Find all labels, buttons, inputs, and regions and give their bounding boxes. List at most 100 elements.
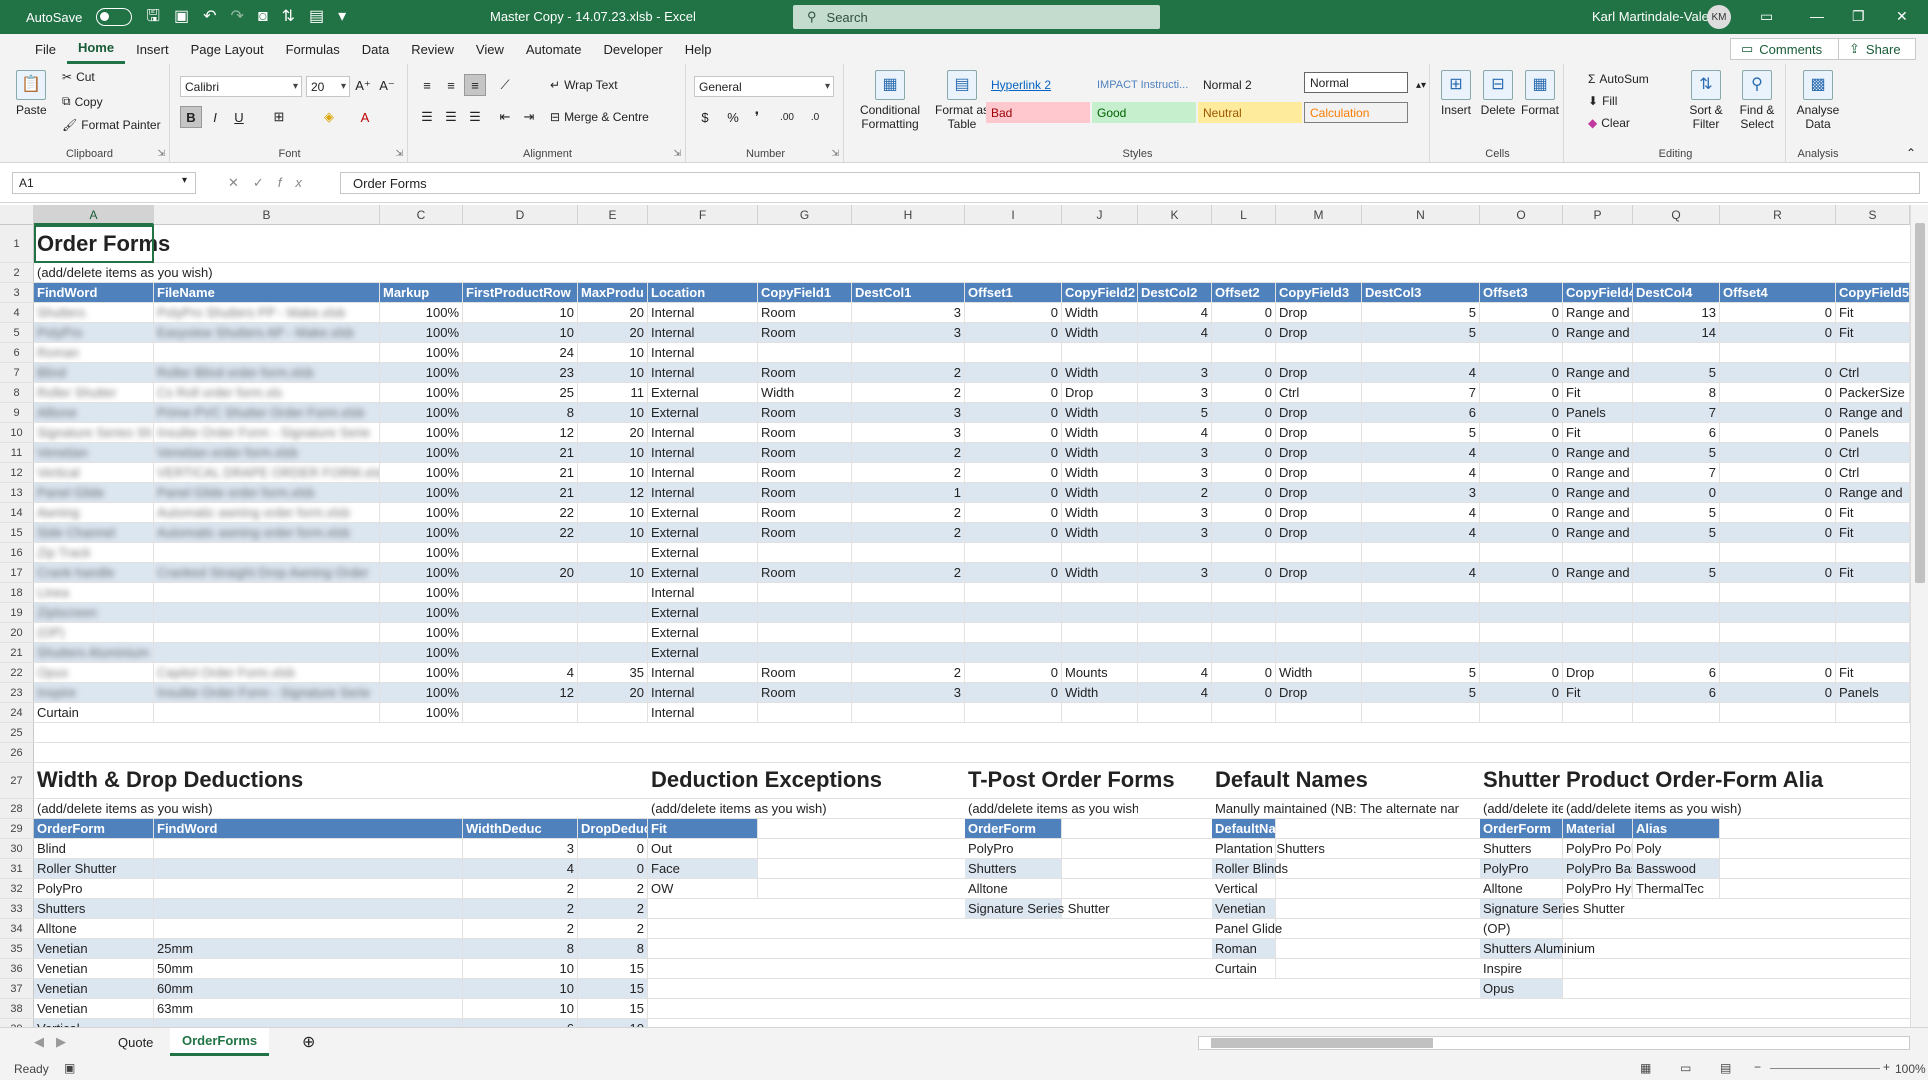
table-cell[interactable]: Fit [1836,563,1910,582]
row-header[interactable]: 22 [0,663,34,682]
table-cell[interactable]: 12 [463,683,578,702]
row-header[interactable]: 37 [0,979,34,998]
table-cell[interactable] [154,859,463,878]
table-cell[interactable]: (OP) [34,623,154,642]
table-cell[interactable]: 10 [463,999,578,1018]
table-cell[interactable]: 100% [380,643,463,662]
table-cell[interactable] [965,343,1062,362]
column-title[interactable]: Offset1 [965,283,1062,302]
table-cell[interactable]: Shutters Aluminium [1480,939,1595,958]
table-cell[interactable]: 15 [578,999,648,1018]
row-header[interactable]: 17 [0,563,34,582]
table-cell[interactable]: 12 [463,423,578,442]
italic-icon[interactable]: I [204,106,226,128]
table-cell[interactable] [1276,543,1362,562]
row-header[interactable]: 26 [0,743,34,762]
table-cell[interactable]: PolyPro Shutters PP - Make.xlsb [154,303,380,322]
table-cell[interactable] [1362,603,1480,622]
table-cell[interactable]: External [648,543,758,562]
table-cell[interactable] [1836,703,1910,722]
table-cell[interactable]: 2 [578,919,648,938]
table-cell[interactable]: Range and [1563,323,1633,342]
style-neutral[interactable]: Neutral [1198,102,1302,123]
add-sheet-icon[interactable]: ⊕ [290,1028,327,1056]
table-cell[interactable]: Roller Shutter [34,383,154,402]
table-cell[interactable]: Room [758,503,852,522]
table-cell[interactable] [1362,343,1480,362]
table-cell[interactable]: Width [1062,423,1138,442]
table-cell[interactable] [1633,343,1720,362]
table-cell[interactable] [1062,603,1138,622]
table-cell[interactable]: 100% [380,623,463,642]
sort-icon[interactable]: ⇅ [282,9,295,25]
column-title[interactable]: CopyField5 [1836,283,1910,302]
table-cell[interactable]: Inspire [34,683,154,702]
row-header[interactable]: 23 [0,683,34,702]
table-cell[interactable] [965,603,1062,622]
table-cell[interactable]: 0 [1212,303,1276,322]
table-cell[interactable]: Prime PVC Shutter Order Form.xlsb [154,403,380,422]
table-cell[interactable] [1633,603,1720,622]
shrink-font-icon[interactable]: A⁻ [376,75,398,97]
table-cell[interactable] [1138,543,1212,562]
table-cell[interactable]: 3 [1138,503,1212,522]
table-cell[interactable]: Roller Shutter [34,859,154,878]
table-cell[interactable]: 3 [852,323,965,342]
share-button[interactable]: ⇪ Share [1838,38,1916,60]
table-cell[interactable]: External [648,643,758,662]
table-cell[interactable]: 100% [380,403,463,422]
table-cell[interactable] [1480,603,1563,622]
row-header[interactable]: 38 [0,999,34,1018]
row-header[interactable]: 1 [0,225,34,262]
table-cell[interactable]: 10 [463,979,578,998]
row-header[interactable]: 13 [0,483,34,502]
find-select-button[interactable]: ⚲ Find & Select [1732,70,1782,131]
table-cell[interactable]: Linea [34,583,154,602]
table-cell[interactable]: 4 [1138,683,1212,702]
table-cell[interactable]: 0 [1480,363,1563,382]
table-cell[interactable]: 0 [1720,463,1836,482]
table-cell[interactable] [154,583,380,602]
table-cell[interactable] [1480,543,1563,562]
table-cell[interactable]: 5 [1362,663,1480,682]
table-cell[interactable]: Shutters [34,899,154,918]
table-cell[interactable]: 0 [1720,423,1836,442]
column-title[interactable]: CopyField4 [1563,283,1633,302]
table-cell[interactable]: 0 [1212,443,1276,462]
fill-color-icon[interactable]: ◈ [318,106,340,128]
table-cell[interactable]: 0 [1212,403,1276,422]
row-header[interactable]: 12 [0,463,34,482]
table-cell[interactable]: Room [758,303,852,322]
table-cell[interactable]: 0 [578,859,648,878]
column-title[interactable]: DefaultNa [1212,819,1276,838]
table-cell[interactable]: 3 [1138,563,1212,582]
table-cell[interactable]: 2 [852,663,965,682]
row-header[interactable]: 30 [0,839,34,858]
table-cell[interactable]: 3 [852,303,965,322]
row-header[interactable]: 36 [0,959,34,978]
table-cell[interactable]: Drop [1563,663,1633,682]
table-cell[interactable]: Internal [648,463,758,482]
table-cell[interactable] [578,583,648,602]
table-cell[interactable]: Alltone [34,403,154,422]
table-cell[interactable]: Roller Blinds [1212,859,1288,878]
table-cell[interactable]: Width [758,383,852,402]
sheet-tab-quote[interactable]: Quote [106,1028,165,1056]
table-cell[interactable]: 100% [380,603,463,622]
zoom-out-icon[interactable]: − [1754,1060,1761,1074]
row-header[interactable]: 15 [0,523,34,542]
table-cell[interactable]: Width [1062,563,1138,582]
column-header[interactable]: C [380,205,463,225]
row-header[interactable]: 7 [0,363,34,382]
table-cell[interactable]: 4 [1362,523,1480,542]
table-cell[interactable] [1836,643,1910,662]
table-cell[interactable]: 5 [1362,323,1480,342]
table-cell[interactable]: Range and [1563,503,1633,522]
table-cell[interactable] [1480,343,1563,362]
table-cell[interactable] [1836,623,1910,642]
row-header[interactable]: 29 [0,819,34,838]
table-cell[interactable]: 25mm [154,939,463,958]
currency-icon[interactable]: $ [694,106,716,128]
table-cell[interactable]: PolyPro [965,839,1062,858]
table-cell[interactable]: Roman [34,343,154,362]
